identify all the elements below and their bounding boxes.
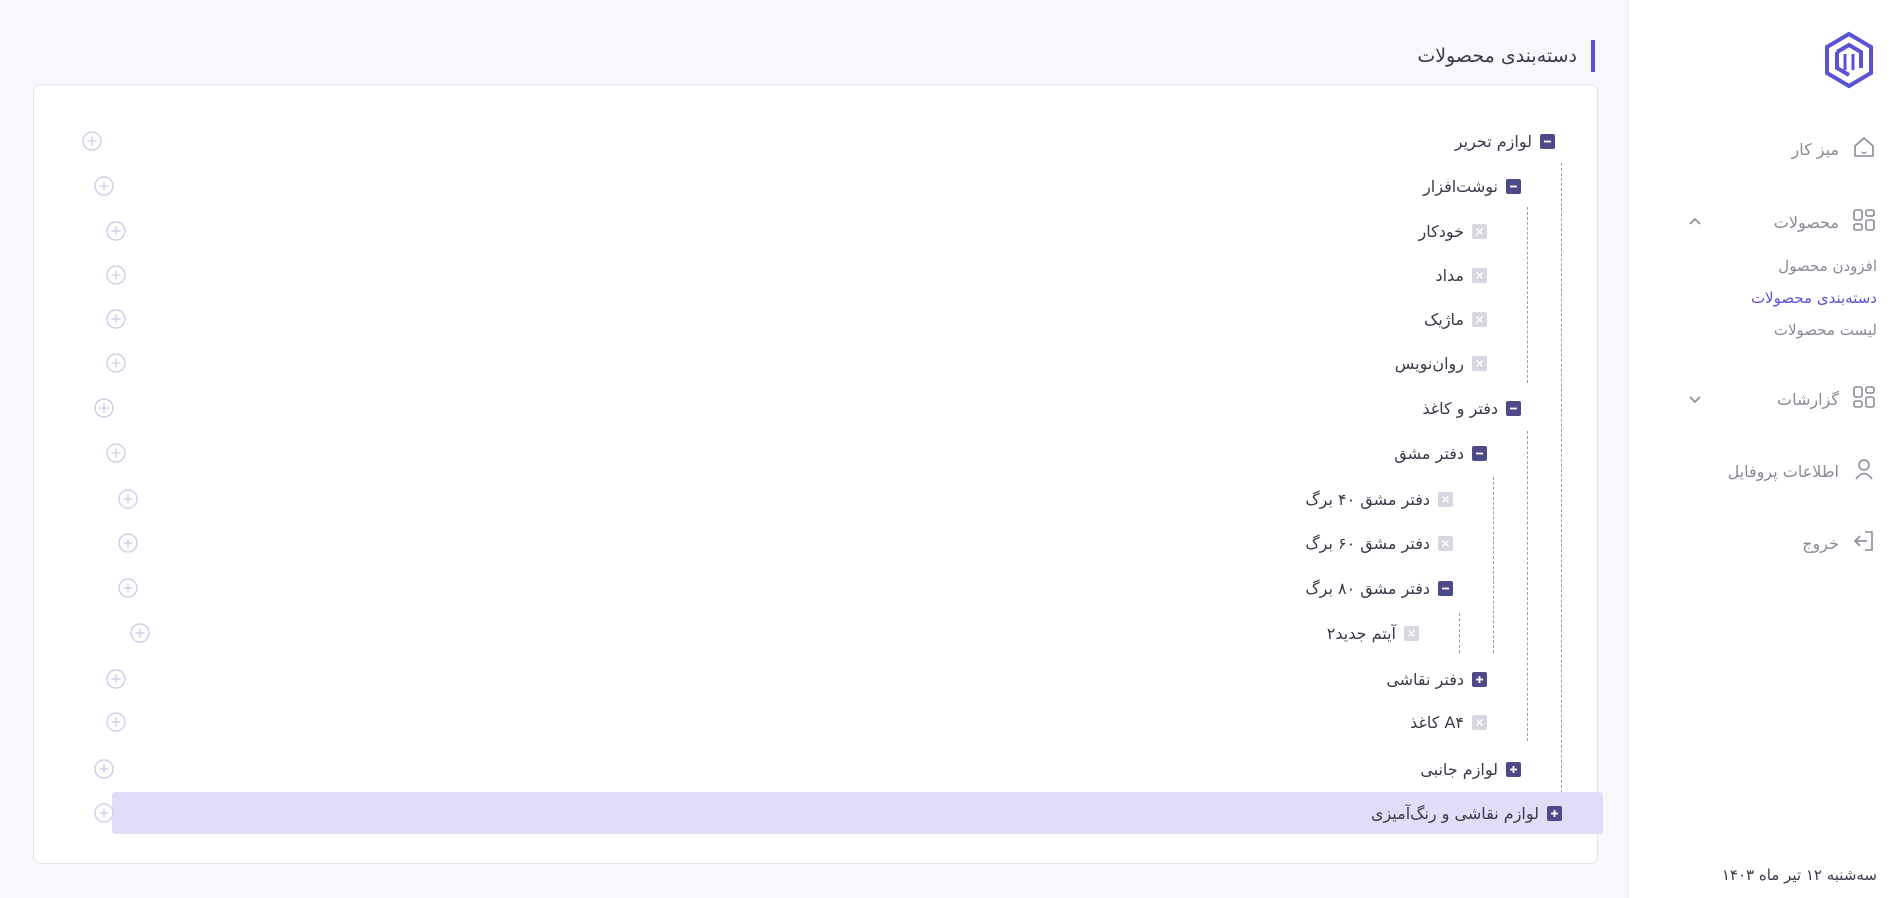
leaf-x-icon[interactable]: [1472, 311, 1487, 327]
tree-node-label: دفتر مشق: [1394, 443, 1464, 463]
add-child-icon[interactable]: [94, 759, 114, 779]
tree-connector-line: [1527, 207, 1528, 383]
nav-reports[interactable]: گزارشات: [1777, 382, 1877, 416]
tree-node[interactable]: نوشت‌افزار: [1423, 170, 1521, 202]
collapse-minus-icon[interactable]: [1506, 178, 1521, 194]
add-child-icon[interactable]: [82, 131, 102, 151]
nav-products-label: محصولات: [1773, 212, 1839, 232]
page-title: دسته‌بندی محصولات: [1417, 40, 1595, 72]
tree-node-label: لوازم تحریر: [1454, 131, 1532, 151]
user-icon: [1851, 456, 1877, 486]
add-child-icon[interactable]: [106, 265, 126, 285]
leaf-x-icon[interactable]: [1438, 535, 1453, 551]
tree-node-label: دفتر مشق ۶۰ برگ: [1305, 533, 1430, 553]
add-child-icon[interactable]: [94, 176, 114, 196]
expand-plus-icon[interactable]: [1472, 671, 1487, 687]
sub-item-product-categories[interactable]: دسته‌بندی محصولات: [1751, 289, 1877, 307]
tree-node-label: دفتر نقاشی: [1386, 669, 1464, 689]
tree-node[interactable]: آیتم جدید۲: [1327, 617, 1419, 649]
tree-node[interactable]: مداد: [1435, 259, 1487, 291]
tree-node-label: دفتر مشق ۴۰ برگ: [1305, 489, 1430, 509]
tree-connector-line: [1459, 613, 1460, 653]
sub-item-product-list[interactable]: لیست محصولات: [1774, 321, 1877, 339]
nav-logout[interactable]: خروج: [1802, 526, 1877, 560]
add-child-icon[interactable]: [106, 353, 126, 373]
add-child-icon[interactable]: [106, 443, 126, 463]
add-child-icon[interactable]: [94, 803, 114, 823]
chevron-down-icon[interactable]: [1687, 391, 1703, 407]
nav-logout-label: خروج: [1802, 533, 1839, 553]
nav-dashboard-label: میز کار: [1791, 139, 1839, 159]
current-date: سه‌شنبه ۱۲ تیر ماه ۱۴۰۳: [1721, 866, 1877, 884]
tree-node-label: کاغذ A۴: [1410, 712, 1464, 732]
add-child-icon[interactable]: [94, 398, 114, 418]
tree-node[interactable]: لوازم نقاشی و رنگ‌آمیزی: [112, 792, 1603, 834]
leaf-x-icon[interactable]: [1472, 355, 1487, 371]
sidebar: میز کار محصولات افزودن محصول دسته‌بندی م…: [1628, 0, 1899, 898]
tree-node[interactable]: ماژیک: [1424, 303, 1487, 335]
tree-node[interactable]: دفتر مشق: [1394, 437, 1487, 469]
tree-node-label: ماژیک: [1424, 309, 1464, 329]
add-child-icon[interactable]: [130, 623, 150, 643]
leaf-x-icon[interactable]: [1404, 625, 1419, 641]
collapse-minus-icon[interactable]: [1506, 400, 1521, 416]
tree-node[interactable]: کاغذ A۴: [1410, 706, 1487, 738]
add-child-icon[interactable]: [106, 309, 126, 329]
collapse-minus-icon[interactable]: [1438, 580, 1453, 596]
tree-connector-line: [1493, 477, 1494, 653]
nav-reports-label: گزارشات: [1777, 389, 1839, 409]
add-child-icon[interactable]: [106, 221, 126, 241]
tree-node[interactable]: روان‌نویس: [1395, 347, 1487, 379]
tree-node-label: دفتر و کاغذ: [1422, 398, 1498, 418]
logout-icon: [1851, 528, 1877, 558]
add-child-icon[interactable]: [118, 578, 138, 598]
add-child-icon[interactable]: [106, 712, 126, 732]
expand-plus-icon[interactable]: [1547, 805, 1562, 821]
home-icon: [1851, 134, 1877, 164]
tree-node[interactable]: خودکار: [1418, 215, 1487, 247]
tree-node-label: لوازم جانبی: [1420, 759, 1498, 779]
tree-connector-line: [1561, 163, 1562, 828]
tree-node[interactable]: لوازم تحریر: [1455, 125, 1555, 157]
tree-node-label: خودکار: [1418, 221, 1465, 241]
leaf-x-icon[interactable]: [1472, 223, 1487, 239]
tree-connector-line: [1527, 431, 1528, 741]
logo-icon[interactable]: [1819, 30, 1879, 90]
nav-dashboard[interactable]: میز کار: [1791, 132, 1877, 166]
expand-plus-icon[interactable]: [1506, 761, 1521, 777]
tree-node[interactable]: دفتر مشق ۴۰ برگ: [1305, 483, 1453, 515]
nav-products[interactable]: محصولات: [1774, 205, 1877, 239]
add-child-icon[interactable]: [118, 489, 138, 509]
leaf-x-icon[interactable]: [1472, 714, 1487, 730]
collapse-minus-icon[interactable]: [1540, 133, 1555, 149]
tree-node[interactable]: دفتر مشق ۸۰ برگ: [1305, 572, 1453, 604]
nav-profile[interactable]: اطلاعات پروفایل: [1728, 454, 1877, 488]
add-child-icon[interactable]: [106, 669, 126, 689]
tree-node[interactable]: دفتر و کاغذ: [1422, 392, 1521, 424]
collapse-minus-icon[interactable]: [1472, 445, 1487, 461]
tree-node-label: دفتر مشق ۸۰ برگ: [1305, 578, 1430, 598]
leaf-x-icon[interactable]: [1472, 267, 1487, 283]
sub-item-add-product[interactable]: افزودن محصول: [1778, 257, 1877, 275]
tree-node-label: مداد: [1435, 265, 1464, 285]
tree-node-label: آیتم جدید۲: [1326, 623, 1396, 643]
tree-node[interactable]: دفتر نقاشی: [1386, 663, 1487, 695]
grid-icon: [1851, 207, 1877, 237]
category-tree-card: لوازم تحریر نوشت‌افزار خودکار مداد ماژیک روان…: [33, 84, 1603, 864]
tree-node-label: نوشت‌افزار: [1423, 176, 1498, 196]
nav-profile-label: اطلاعات پروفایل: [1727, 461, 1839, 481]
tree-node-label: روان‌نویس: [1394, 353, 1464, 373]
chevron-up-icon[interactable]: [1687, 214, 1703, 230]
grid-icon: [1851, 384, 1877, 414]
leaf-x-icon[interactable]: [1438, 491, 1453, 507]
tree-node-label: لوازم نقاشی و رنگ‌آمیزی: [1370, 803, 1539, 823]
tree-node[interactable]: دفتر مشق ۶۰ برگ: [1305, 527, 1453, 559]
tree-node[interactable]: لوازم جانبی: [1420, 753, 1521, 785]
add-child-icon[interactable]: [118, 533, 138, 553]
